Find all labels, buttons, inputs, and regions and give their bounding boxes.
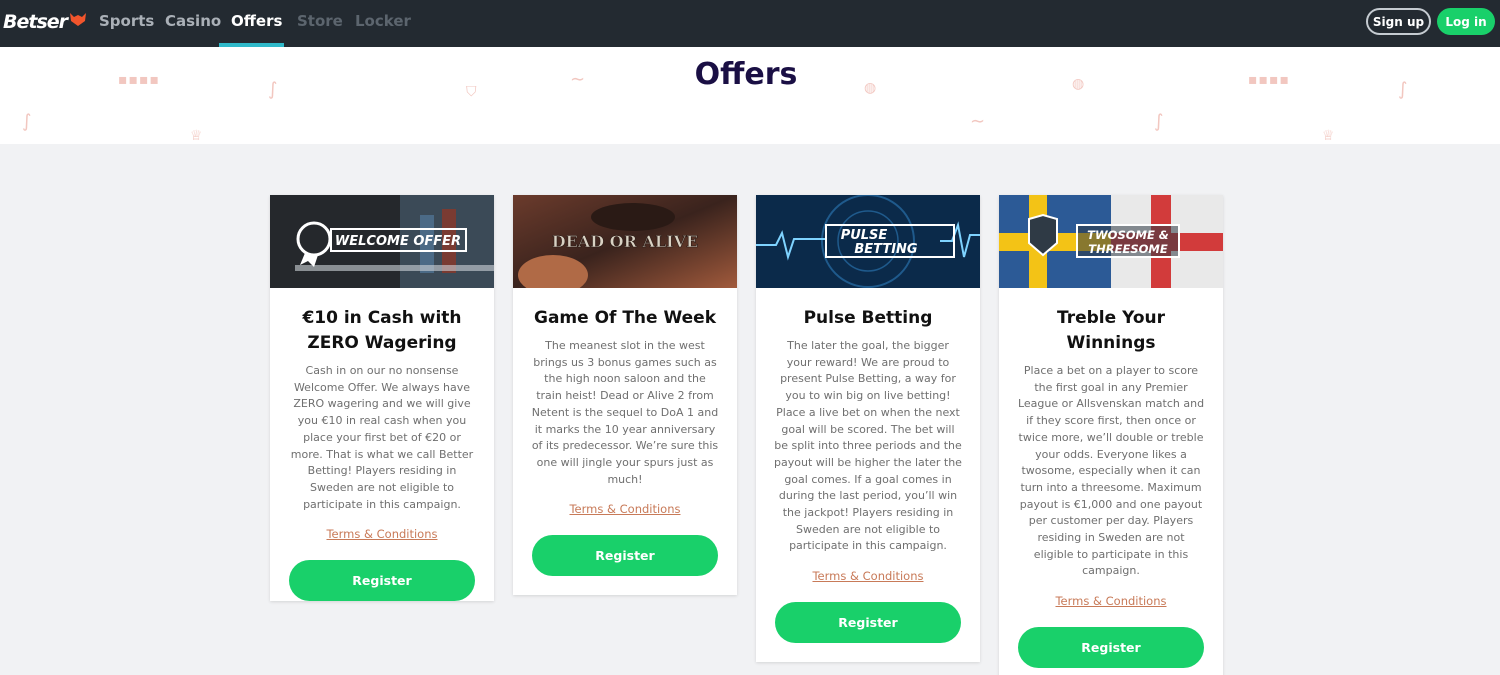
betser-logo[interactable]: Betser xyxy=(3,8,88,36)
nav-locker: Locker xyxy=(355,12,411,30)
offer-title: Pulse Betting xyxy=(803,308,933,328)
terms-conditions-link[interactable]: Terms & Conditions xyxy=(999,594,1223,608)
sign-up-button[interactable]: Sign up xyxy=(1366,8,1431,35)
offer-title: €10 in Cash with ZERO Wagering xyxy=(302,308,462,353)
log-in-button[interactable]: Log in xyxy=(1437,8,1495,35)
decorative-squiggle-icon: ∫ xyxy=(22,111,32,132)
offer-card: TWOSOME & THREESOME Treble Your Winnings… xyxy=(999,195,1223,675)
fox-logo-icon xyxy=(70,13,87,26)
nav-sports[interactable]: Sports xyxy=(99,12,154,30)
page-title: Offers xyxy=(694,57,798,92)
terms-conditions-link[interactable]: Terms & Conditions xyxy=(270,527,494,541)
register-button[interactable]: Register xyxy=(775,602,961,644)
offer-banner-image: TWOSOME & THREESOME xyxy=(999,195,1223,288)
decorative-trophy-icon: ♕ xyxy=(190,128,203,144)
page-header: ▪▪▪▪ ∫ ⛉ ∼ ◍ ◍ ▪▪▪▪ ∫ ∫ ♕ ∼ ∫ ♕ Offers xyxy=(0,47,1500,144)
nav-offers[interactable]: Offers xyxy=(231,12,282,30)
offer-card: PULSE BETTING Pulse Betting The later th… xyxy=(756,195,980,663)
offer-title: Game Of The Week xyxy=(533,308,716,328)
banner-text-line2: BETTING xyxy=(854,242,918,257)
decorative-trophy-icon: ♕ xyxy=(1322,128,1335,144)
banner-text-line1: PULSE xyxy=(841,228,888,243)
decorative-squiggle-icon: ∫ xyxy=(1154,111,1164,132)
register-button[interactable]: Register xyxy=(532,535,718,577)
offer-card: WELCOME OFFER €10 in Cash with ZERO Wage… xyxy=(270,195,494,602)
banner-text-line1: TWOSOME & xyxy=(1087,228,1169,242)
nav-casino[interactable]: Casino xyxy=(165,12,221,30)
logo-wordmark: Betser xyxy=(3,11,68,33)
offer-description: The meanest slot in the west brings us 3… xyxy=(531,339,719,486)
offer-card: DEAD OR ALIVE Game Of The Week The meane… xyxy=(513,195,737,596)
offer-title: Treble Your Winnings xyxy=(1056,308,1165,353)
offer-description: Place a bet on a player to score the fir… xyxy=(1017,364,1205,578)
banner-text: WELCOME OFFER xyxy=(335,234,461,249)
offer-banner-image: PULSE BETTING xyxy=(756,195,980,288)
offer-description: The later the goal, the bigger your rewa… xyxy=(774,339,962,553)
offer-description: Cash in on our no nonsense Welcome Offer… xyxy=(290,364,474,511)
banner-text-line2: THREESOME xyxy=(1088,242,1168,256)
banner-text: DEAD OR ALIVE xyxy=(552,232,699,251)
terms-conditions-link[interactable]: Terms & Conditions xyxy=(513,502,737,516)
offer-banner-image: WELCOME OFFER xyxy=(270,195,494,288)
register-button[interactable]: Register xyxy=(289,560,475,602)
register-button[interactable]: Register xyxy=(1018,627,1204,669)
nav-store: Store xyxy=(297,12,343,30)
offer-banner-image: DEAD OR ALIVE xyxy=(513,195,737,288)
decorative-wave-icon: ∼ xyxy=(970,111,986,132)
terms-conditions-link[interactable]: Terms & Conditions xyxy=(756,569,980,583)
top-navigation-bar: Betser Sports Casino Offers Store Locker… xyxy=(0,0,1500,47)
